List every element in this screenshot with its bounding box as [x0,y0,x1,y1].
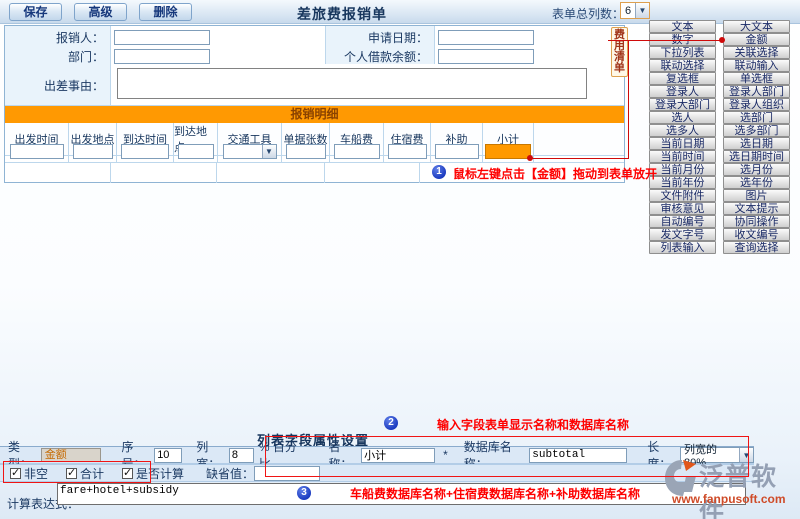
footer-cell [111,163,217,183]
palette-item[interactable]: 收文编号 [723,228,790,241]
palette-item[interactable]: 选日期 [723,137,790,150]
drag-path-line [628,40,629,159]
palette-item[interactable]: 登录人 [649,85,716,98]
palette-item[interactable]: 登录人部门 [723,85,790,98]
advanced-button[interactable]: 高级 [74,3,127,21]
chevron-down-icon: ▼ [261,145,276,158]
arrive-place-input[interactable] [177,144,214,159]
hotel-input[interactable] [387,144,427,159]
arrive-time-input[interactable] [121,144,169,159]
depart-time-input[interactable] [9,144,64,159]
palette-item[interactable]: 当前年份 [649,176,716,189]
width-input[interactable] [228,447,254,463]
annotation-2-text: 输入字段表单显示名称和数据库名称 [437,418,630,432]
palette-item[interactable]: 图片 [723,189,790,202]
loan-balance-input[interactable] [438,48,534,64]
palette-item[interactable]: 选月份 [723,163,790,176]
applicant-label: 报销人： [5,26,111,47]
seq-input[interactable] [154,447,183,463]
field-palette: 文本 大文本 数字 金额 下拉列表 关联选择 联动选择 联动输入 复选框 单选框… [649,20,790,254]
drag-path-dot [527,155,533,161]
apply-date-label: 申请日期： [326,26,435,47]
annotation-1-number: 1 [432,165,446,179]
drag-path-dot [719,37,725,43]
loan-balance-label: 个人借款余额： [326,45,435,66]
palette-item[interactable]: 关联选择 [723,46,790,59]
footer-cell [217,163,325,183]
footer-cell [325,163,420,183]
palette-item[interactable]: 选多人 [649,124,716,137]
save-button[interactable]: 保存 [9,3,62,21]
palette-item[interactable]: 登录人组织 [723,98,790,111]
form-designer-screen: 保存 高级 删除 差旅费报销单 表单总列数： 6 ▼ 报销人： 申请日期： 部门… [0,0,800,519]
delete-button[interactable]: 删除 [139,3,192,21]
palette-item[interactable]: 登录大部门 [649,98,716,111]
total-columns-select[interactable]: 6 ▼ [620,2,650,19]
palette-item[interactable]: 自动编号 [649,215,716,228]
palette-item[interactable]: 文本 [649,20,716,33]
total-columns-label: 表单总列数： [552,7,625,21]
palette-item[interactable]: 选部门 [723,111,790,124]
empty-cell [534,141,624,163]
reason-label: 出差事由： [5,64,111,106]
palette-item[interactable]: 选日期时间 [723,150,790,163]
palette-item[interactable]: 下拉列表 [649,46,716,59]
palette-item[interactable]: 复选框 [649,72,716,85]
palette-item[interactable]: 协同操作 [723,215,790,228]
palette-item[interactable]: 审核意见 [649,202,716,215]
depart-place-input[interactable] [72,144,113,159]
palette-item[interactable]: 列表输入 [649,241,716,254]
drag-path-line [608,40,721,41]
palette-item[interactable]: 当前日期 [649,137,716,150]
palette-item[interactable]: 文本提示 [723,202,790,215]
detail-banner: 报销明细 [5,106,624,123]
palette-item[interactable]: 选年份 [723,176,790,189]
annotation-1-text: 鼠标左键点击【金额】拖动到表单放开 [453,167,658,181]
palette-item[interactable]: 联动输入 [723,59,790,72]
subtotal-drop-target[interactable] [485,144,531,159]
transport-select[interactable]: ▼ [222,144,277,159]
receipt-count-input[interactable] [285,144,326,159]
total-columns-value: 6 [625,4,632,17]
palette-item[interactable]: 大文本 [723,20,790,33]
palette-item[interactable]: 当前时间 [649,150,716,163]
footer-cell [5,163,111,183]
annotation-2-number: 2 [384,416,398,430]
expense-list-tab[interactable]: 费用清单 [611,27,628,77]
palette-item[interactable]: 选多部门 [723,124,790,137]
subsidy-input[interactable] [434,144,479,159]
palette-item[interactable]: 联动选择 [649,59,716,72]
palette-item-amount[interactable]: 金额 [723,33,790,46]
checkbox-highlight-box [3,461,151,483]
detail-header-row: 出发时间 出发地点 到达时间 到达地点 交通工具 单据张数 车船费 住宿费 补助… [5,123,624,156]
applicant-input[interactable] [114,29,210,45]
annotation-3-text: 车船费数据库名称+住宿费数据库名称+补助数据库名称 [350,487,641,501]
default-value-label: 缺省值： [206,466,255,481]
annotation-3-number: 3 [297,486,311,500]
department-input[interactable] [114,48,210,64]
palette-item[interactable]: 文件附件 [649,189,716,202]
type-readonly-field: 金额 [40,448,102,462]
fare-input[interactable] [333,144,380,159]
palette-item[interactable]: 单选框 [723,72,790,85]
palette-item[interactable]: 选人 [649,111,716,124]
palette-item[interactable]: 发文字号 [649,228,716,241]
drag-path-line [531,158,629,159]
name-db-highlight-box [265,436,749,477]
palette-item[interactable]: 当前月份 [649,163,716,176]
logo-url: www.fanpusoft.com [672,492,786,506]
department-label: 部门： [5,45,111,66]
apply-date-input[interactable] [438,29,534,45]
palette-item[interactable]: 查询选择 [723,241,790,254]
chevron-down-icon: ▼ [635,3,649,18]
reason-textarea[interactable] [117,68,587,99]
page-title: 差旅费报销单 [297,6,387,22]
